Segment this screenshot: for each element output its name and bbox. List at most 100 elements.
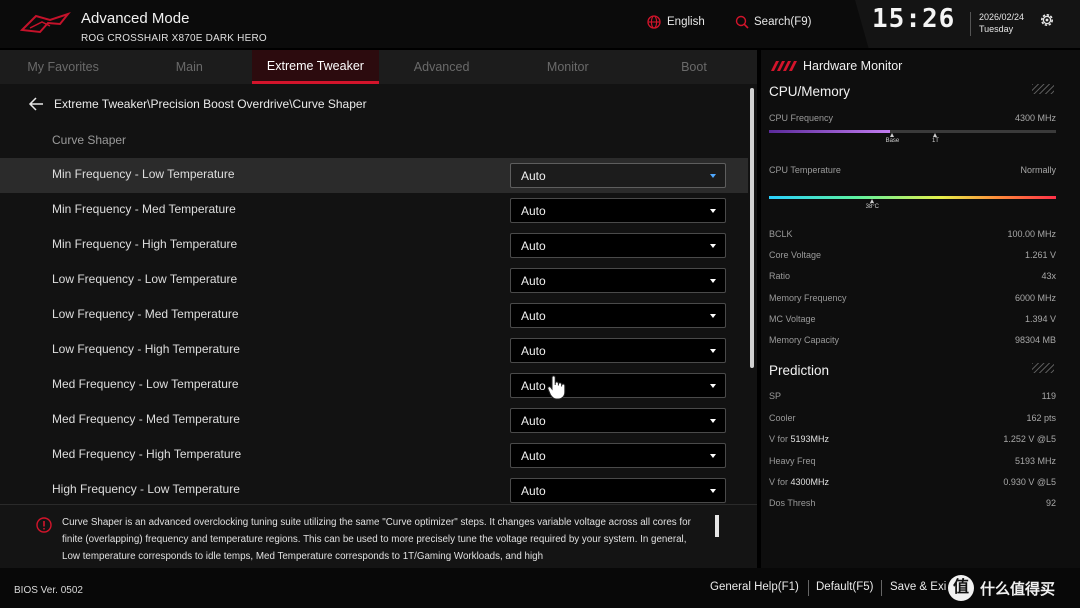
temperature-marker: 38°C [862,199,882,210]
dropdown-value: Auto [521,204,546,218]
chevron-down-icon [710,279,716,283]
tab-main[interactable]: Main [126,50,252,84]
setting-label: Min Frequency - High Temperature [52,237,238,251]
setting-dropdown[interactable]: Auto [510,303,726,328]
setting-label: Low Frequency - Low Temperature [52,272,238,286]
cpu-memory-heading: CPU/Memory [769,84,851,99]
help-scrollbar[interactable] [715,515,719,537]
stat-row: Memory Frequency 6000 MHz [769,293,1056,307]
top-header: Advanced Mode ROG CROSSHAIR X870E DARK H… [0,0,1080,48]
breadcrumb: Extreme Tweaker\Precision Boost Overdriv… [28,96,367,112]
stat-label: BCLK [769,229,793,239]
monitor-stripes-icon [771,61,797,71]
chevron-down-icon [710,384,716,388]
setting-dropdown[interactable]: Auto [510,443,726,468]
setting-dropdown[interactable]: Auto [510,163,726,188]
back-arrow-icon[interactable] [28,96,44,112]
cpu-frequency-row: CPU Frequency 4300 MHz [769,113,1056,127]
stat-row: MC Voltage 1.394 V [769,314,1056,328]
stat-row: Ratio 43x [769,271,1056,285]
setting-label: Med Frequency - Med Temperature [52,412,240,426]
setting-dropdown[interactable]: Auto [510,198,726,223]
settings-scrollbar[interactable] [750,88,754,368]
board-name: ROG CROSSHAIR X870E DARK HERO [81,33,267,44]
dropdown-value: Auto [521,309,546,323]
bios-version: BIOS Ver. 0502 [14,585,83,596]
dropdown-value: Auto [521,484,546,498]
setting-label: Min Frequency - Med Temperature [52,202,236,216]
chevron-down-icon [710,209,716,213]
setting-dropdown[interactable]: Auto [510,373,726,398]
one-thread-marker: 1T [925,133,945,144]
tab-advanced[interactable]: Advanced [379,50,505,84]
setting-row[interactable]: Med Frequency - High Temperature Auto [0,438,748,473]
tab-my-favorites[interactable]: My Favorites [0,50,126,84]
stat-label: Dos Thresh [769,498,816,508]
hardware-monitor: Hardware Monitor CPU/Memory CPU Frequenc… [761,50,1080,568]
setting-label: Low Frequency - High Temperature [52,342,240,356]
setting-row[interactable]: Med Frequency - Low Temperature Auto [0,368,748,403]
setting-dropdown[interactable]: Auto [510,408,726,433]
tab-extreme-tweaker[interactable]: Extreme Tweaker [252,50,379,84]
stat-label: Heavy Freq [769,456,816,466]
dropdown-value: Auto [521,449,546,463]
stat-label: Ratio [769,271,791,281]
stat-row: Memory Capacity 98304 MB [769,335,1056,349]
stat-row: SP 119 [769,391,1056,405]
stat-row: BCLK 100.00 MHz [769,229,1056,243]
setting-row[interactable]: Low Frequency - Med Temperature Auto [0,298,748,333]
search-button[interactable]: Search(F9) [735,15,812,29]
chevron-down-icon [710,349,716,353]
dropdown-value: Auto [521,239,546,253]
setting-row[interactable]: Low Frequency - Low Temperature Auto [0,263,748,298]
help-panel: Curve Shaper is an advanced overclocking… [0,504,757,568]
setting-row[interactable]: Min Frequency - High Temperature Auto [0,228,748,263]
breadcrumb-path: Extreme Tweaker\Precision Boost Overdriv… [54,97,367,111]
setting-row[interactable]: Low Frequency - High Temperature Auto [0,333,748,368]
info-icon [36,517,52,533]
settings-list: Min Frequency - Low Temperature Auto Min… [0,158,748,504]
default-button[interactable]: Default(F5) [816,581,874,593]
chevron-down-icon [710,174,716,178]
setting-row[interactable]: Min Frequency - Low Temperature Auto [0,158,748,193]
setting-dropdown[interactable]: Auto [510,233,726,258]
chevron-down-icon [710,419,716,423]
dropdown-value: Auto [521,169,546,183]
stat-label: CPU Frequency [769,113,834,123]
globe-icon [647,15,661,29]
date: 2026/02/24 [979,12,1025,22]
tab-monitor[interactable]: Monitor [505,50,631,84]
tab-boot[interactable]: Boot [631,50,757,84]
general-help-button[interactable]: General Help(F1) [710,581,799,593]
setting-label: Min Frequency - Low Temperature [52,167,235,181]
chevron-down-icon [710,244,716,248]
stat-row: Core Voltage 1.261 V [769,250,1056,264]
dropdown-value: Auto [521,344,546,358]
language-label: English [667,16,705,28]
cpu-temperature-row: CPU Temperature Normally [769,165,1056,179]
cpu-frequency-fill [769,130,890,133]
setting-row[interactable]: Min Frequency - Med Temperature Auto [0,193,748,228]
base-marker: Base [882,133,902,144]
stat-label: SP [769,391,782,401]
section-hatch-decoration [1032,84,1054,94]
cpu-frequency-bar [769,130,1056,133]
setting-row[interactable]: High Frequency - Low Temperature Auto [0,473,748,504]
save-exit-button[interactable]: Save & Exi [890,581,946,593]
stat-label: Cooler [769,413,796,423]
watermark-text: 什么值得买 [980,580,1056,598]
language-button[interactable]: English [647,15,705,29]
stat-value: 0.930 V @L5 [1003,477,1056,487]
chevron-down-icon [710,454,716,458]
stat-value: 92 [1045,498,1056,508]
setting-dropdown[interactable]: Auto [510,478,726,503]
clock[interactable]: 15:26 [872,4,955,34]
stat-label: V for 4300MHz [769,477,830,487]
stat-value: 100.00 MHz [1007,229,1056,239]
hardware-monitor-label: Hardware Monitor [803,59,903,73]
main-tabs: My Favorites Main Extreme Tweaker Advanc… [0,50,757,84]
gear-icon[interactable] [1038,11,1056,29]
setting-dropdown[interactable]: Auto [510,338,726,363]
setting-dropdown[interactable]: Auto [510,268,726,293]
setting-row[interactable]: Med Frequency - Med Temperature Auto [0,403,748,438]
